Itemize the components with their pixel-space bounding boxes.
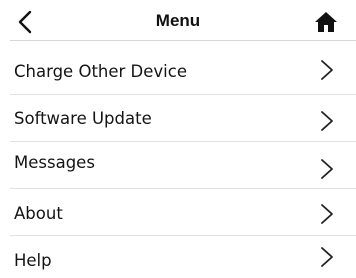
menu-item-software-update[interactable]: Software Update bbox=[0, 95, 356, 142]
chevron-right-icon bbox=[321, 159, 333, 179]
menu-item-help[interactable]: Help bbox=[0, 236, 356, 278]
home-button[interactable] bbox=[312, 9, 340, 35]
menu-item-charge-other-device[interactable]: Charge Other Device bbox=[0, 48, 356, 95]
chevron-right-icon bbox=[321, 247, 333, 267]
menu-item-label: Software Update bbox=[14, 109, 152, 128]
menu-item-label: Help bbox=[14, 251, 52, 270]
back-button[interactable] bbox=[14, 9, 36, 35]
menu-item-label: Messages bbox=[14, 153, 95, 172]
home-icon bbox=[315, 12, 337, 32]
menu-item-messages[interactable]: Messages bbox=[0, 142, 356, 189]
menu-item-about[interactable]: About bbox=[0, 189, 356, 236]
chevron-right-icon bbox=[321, 111, 333, 131]
header-divider bbox=[10, 40, 356, 41]
menu-item-label: Charge Other Device bbox=[14, 62, 187, 81]
menu-screen: Menu Charge Other Device Software Update… bbox=[0, 0, 356, 278]
chevron-left-icon bbox=[18, 10, 32, 34]
header-bar: Menu bbox=[0, 0, 356, 41]
menu-item-label: About bbox=[14, 204, 63, 223]
page-title: Menu bbox=[155, 11, 201, 30]
chevron-right-icon bbox=[321, 204, 333, 224]
chevron-right-icon bbox=[321, 60, 333, 80]
